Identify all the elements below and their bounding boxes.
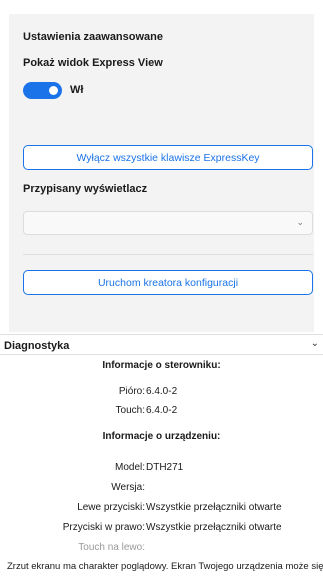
- device-model-value: DTH271: [146, 462, 184, 473]
- section-separator: [0, 354, 323, 355]
- left-buttons-value: Wszystkie przełączniki otwarte: [146, 502, 282, 513]
- touch-left-label: Touch na lewo:: [78, 542, 145, 553]
- advanced-settings-heading: Ustawienia zaawansowane: [23, 31, 163, 43]
- diagnostics-heading[interactable]: Diagnostyka: [4, 340, 69, 352]
- driver-touch-label: Touch:: [115, 405, 145, 416]
- setup-wizard-button[interactable]: Uruchom kreatora konfiguracji: [23, 270, 313, 295]
- device-version-label: Wersja:: [111, 482, 145, 493]
- device-model-label: Model:: [114, 462, 145, 473]
- toggle-state-label: Wł: [70, 84, 84, 96]
- right-buttons-label: Przyciski w prawo:: [62, 522, 145, 533]
- right-buttons-value: Wszystkie przełączniki otwarte: [146, 522, 282, 533]
- driver-touch-value: 6.4.0-2: [146, 405, 178, 416]
- express-view-toggle[interactable]: [23, 82, 62, 99]
- driver-info-title: Informacje o sterowniku:: [102, 360, 221, 371]
- disclaimer-text: Zrzut ekranu ma charakter poglądowy. Ekr…: [7, 561, 323, 572]
- disable-expresskeys-button[interactable]: Wyłącz wszystkie klawisze ExpressKey: [23, 145, 313, 170]
- device-info-title: Informacje o urządzeniu:: [102, 431, 221, 442]
- toggle-knob: [49, 86, 58, 95]
- chevron-down-icon[interactable]: ⌄: [311, 338, 319, 349]
- assigned-display-select[interactable]: ⌄: [23, 211, 313, 235]
- express-view-heading: Pokaż widok Express View: [23, 57, 163, 69]
- section-separator: [0, 334, 323, 335]
- driver-pen-label: Pióro:: [118, 386, 145, 397]
- chevron-down-icon: ⌄: [296, 217, 304, 227]
- assigned-display-heading: Przypisany wyświetlacz: [23, 183, 148, 195]
- left-buttons-label: Lewe przyciski:: [77, 502, 145, 513]
- divider: [23, 254, 313, 255]
- driver-pen-value: 6.4.0-2: [146, 386, 178, 397]
